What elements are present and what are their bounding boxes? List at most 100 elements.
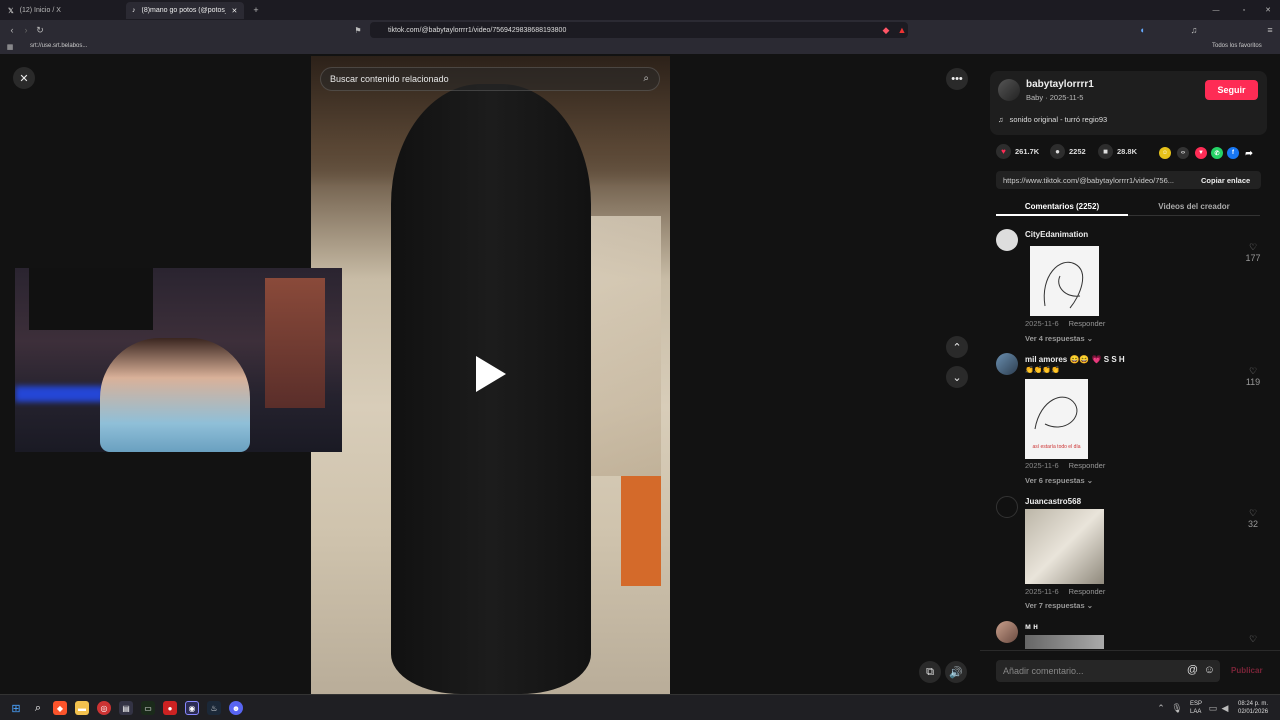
back-icon[interactable]: ‹	[6, 24, 18, 36]
blue-led	[15, 386, 105, 402]
comment-text: 👏👏👏👏	[1025, 367, 1060, 374]
windows-start-icon[interactable]: ⊞	[9, 701, 23, 715]
reload-icon[interactable]: ↻	[34, 24, 46, 36]
tab-tiktok[interactable]: ♪ (8)mano go potos (@potos_202 ✕	[126, 2, 244, 19]
forward-icon[interactable]: ›	[20, 24, 32, 36]
whatsapp-icon[interactable]: ✆	[1211, 147, 1223, 159]
share-link-box: https://www.tiktok.com/@babytaylorrrr1/v…	[996, 171, 1261, 189]
discord-icon[interactable]: ☻	[229, 701, 243, 715]
webcam-overlay	[15, 268, 342, 452]
sound-link[interactable]: ♫ sonido original - turró regio93	[998, 115, 1107, 124]
speaker-icon[interactable]: ◀	[1220, 702, 1230, 714]
new-tab-button[interactable]: +	[250, 3, 262, 17]
tab-label: (8)mano go potos (@potos_202	[141, 7, 226, 14]
emoji-icon[interactable]: ☺	[1204, 664, 1215, 676]
comment-sticker-image[interactable]: así estaría todo el día	[1025, 379, 1088, 459]
creator-username[interactable]: babytaylorrrr1	[1026, 79, 1094, 90]
sketch-drawing	[1034, 396, 1078, 430]
reply-button[interactable]: Responder	[1069, 319, 1106, 328]
view-replies-button[interactable]: Ver 7 respuestas ⌄	[1025, 601, 1093, 610]
brave-rewards-icon[interactable]: ▲	[896, 23, 908, 37]
reply-button[interactable]: Responder	[1069, 461, 1106, 470]
post-button[interactable]: Publicar	[1231, 666, 1263, 675]
bookmark-icon[interactable]: ⚑	[352, 24, 364, 36]
repost-icon[interactable]: ☺	[1159, 147, 1171, 159]
menu-icon[interactable]: ≡	[1264, 24, 1276, 36]
terminal-icon[interactable]: ▭	[141, 701, 155, 715]
microphone-icon[interactable]: 🎙	[1171, 702, 1182, 714]
comment-like[interactable]: ♡ 32	[1243, 508, 1263, 529]
share-icon[interactable]: ➦	[1243, 147, 1255, 159]
audio-icon[interactable]: ◖	[1136, 24, 1148, 36]
comment-avatar[interactable]	[996, 496, 1018, 518]
next-video-button[interactable]: ⌄	[946, 366, 968, 388]
comment-author[interactable]: ᴍ ʜ	[1025, 622, 1038, 631]
all-favorites-link[interactable]: Todos los favoritos	[1212, 43, 1262, 49]
app-icon-calculator[interactable]: ▤	[119, 701, 133, 715]
heart-outline-icon[interactable]: ♡	[1243, 634, 1263, 645]
comment-image[interactable]	[1025, 635, 1104, 649]
embed-icon[interactable]: ‹›	[1177, 147, 1189, 159]
tab-creator-videos[interactable]: Videos del creador	[1128, 198, 1260, 216]
copy-link-button[interactable]: Copiar enlace	[1201, 176, 1250, 185]
related-search-input[interactable]: Buscar contenido relacionado ⌕	[320, 67, 660, 91]
app-icon-red[interactable]: ◎	[97, 701, 111, 715]
brave-shield-icon[interactable]: ◆	[880, 23, 892, 37]
save-stat[interactable]: ■ 28.8K	[1098, 144, 1137, 159]
minimize-icon[interactable]: —	[1210, 4, 1222, 16]
sketch-drawing	[1043, 261, 1084, 309]
comment-author[interactable]: Juancastro568	[1025, 497, 1081, 506]
send-icon[interactable]: ▼	[1195, 147, 1207, 159]
tab-comments[interactable]: Comentarios (2252)	[996, 198, 1128, 216]
clock[interactable]: 08:24 p. m. 02/01/2026	[1238, 700, 1268, 716]
search-icon[interactable]: ⌕	[643, 73, 649, 84]
comment-like[interactable]: ♡ 119	[1243, 366, 1263, 387]
like-stat[interactable]: ♥ 261.7K	[996, 144, 1039, 159]
app-icon-live[interactable]: ●	[163, 701, 177, 715]
tab-label: (12) Inicio / X	[19, 7, 61, 14]
reply-button[interactable]: Responder	[1069, 587, 1106, 596]
comment-avatar[interactable]	[996, 353, 1018, 375]
video-player[interactable]: Buscar contenido relacionado ⌕	[311, 56, 670, 694]
tray-chevron-icon[interactable]: ⌃	[1156, 702, 1166, 714]
mention-icon[interactable]: @	[1187, 664, 1198, 676]
tab-x-home[interactable]: 𝕏 (12) Inicio / X	[2, 2, 122, 19]
pip-button[interactable]: ⧉	[919, 661, 941, 683]
close-tab-icon[interactable]: ✕	[232, 7, 238, 15]
file-explorer-icon[interactable]: ▬	[75, 701, 89, 715]
close-window-icon[interactable]: ✕	[1262, 4, 1274, 16]
heart-outline-icon: ♡	[1248, 242, 1258, 252]
network-icon[interactable]: ▭	[1208, 702, 1218, 714]
apps-grid-icon[interactable]: ▦	[5, 42, 15, 52]
comment-avatar[interactable]	[996, 229, 1018, 251]
maximize-icon[interactable]: ▫	[1238, 4, 1250, 16]
comment-like[interactable]: ♡ 177	[1243, 242, 1263, 263]
previous-video-button[interactable]: ⌃	[946, 336, 968, 358]
comment-author[interactable]: CityEdanimation	[1025, 230, 1088, 239]
facebook-icon[interactable]: f	[1227, 147, 1239, 159]
brave-browser-icon[interactable]: ◆	[53, 701, 67, 715]
view-replies-button[interactable]: Ver 6 respuestas ⌄	[1025, 476, 1093, 485]
bookmark-item-srt[interactable]: srt://use.srt.belabos...	[30, 43, 87, 49]
url-bar[interactable]: tiktok.com/@babytaylorrrr1/video/7569429…	[370, 22, 908, 38]
volume-button[interactable]: 🔊	[945, 661, 967, 683]
close-video-button[interactable]: ✕	[13, 67, 35, 89]
creator-avatar[interactable]	[998, 79, 1020, 101]
search-icon[interactable]: ⌕	[31, 701, 45, 715]
steam-icon[interactable]: ♨	[207, 701, 221, 715]
details-panel: babytaylorrrr1 Baby · 2025-11-5 Seguir ♫…	[980, 54, 1280, 694]
view-replies-button[interactable]: Ver 4 respuestas ⌄	[1025, 334, 1093, 343]
play-icon[interactable]	[476, 356, 506, 392]
comment-author[interactable]: mil amores 😄😄 💗 S S H	[1025, 355, 1125, 364]
music-icon[interactable]: ♫	[1188, 24, 1200, 36]
os-taskbar: ⊞ ⌕ ◆ ▬ ◎ ▤ ▭ ● ◉ ♨ ☻ ⌃ 🎙 ESP LAA ▭ ◀ 08…	[0, 694, 1280, 720]
language-indicator[interactable]: ESP LAA	[1190, 700, 1202, 716]
comment-avatar[interactable]	[996, 621, 1018, 643]
comment-input[interactable]: Añadir comentario... @ ☺	[996, 660, 1220, 682]
obs-icon[interactable]: ◉	[185, 701, 199, 715]
comment-cat-image[interactable]	[1025, 509, 1104, 584]
comment-stat[interactable]: ● 2252	[1050, 144, 1086, 159]
more-options-button[interactable]: •••	[946, 68, 968, 90]
comment-sticker-image[interactable]	[1030, 246, 1099, 316]
follow-button[interactable]: Seguir	[1205, 80, 1258, 100]
